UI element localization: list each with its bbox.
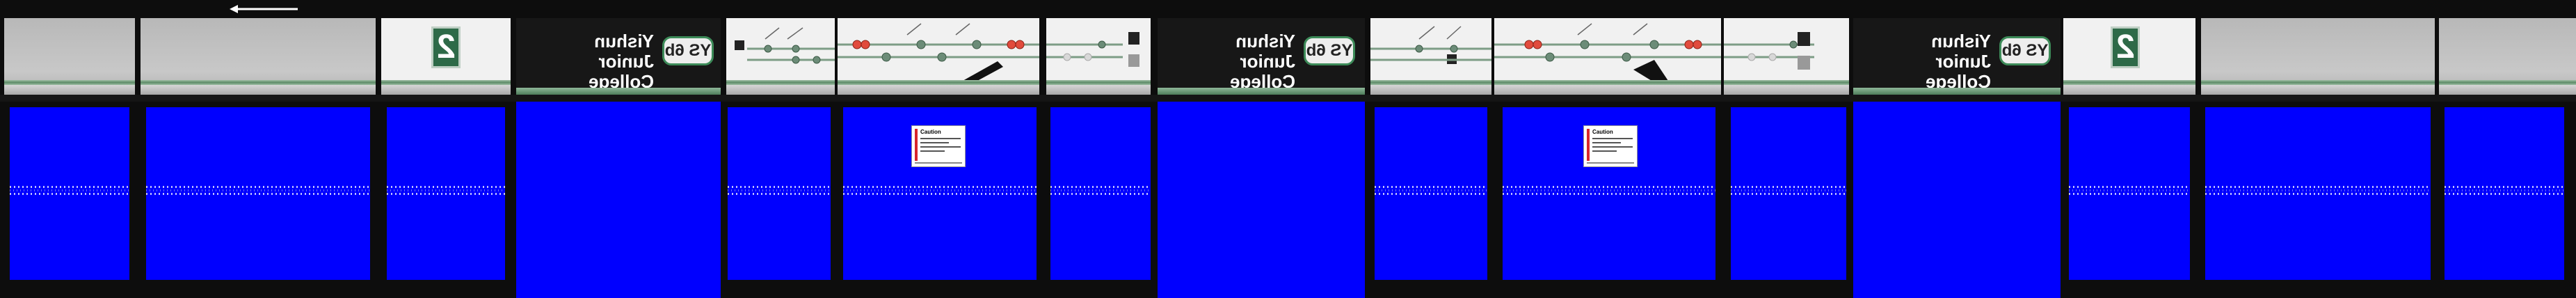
route-map-panel bbox=[838, 18, 1039, 95]
door-pane bbox=[146, 107, 370, 280]
door-pane bbox=[728, 107, 831, 280]
door-pane bbox=[1375, 107, 1487, 280]
header-panel bbox=[4, 18, 135, 95]
door-pane bbox=[2069, 107, 2190, 280]
platform-number-panel: 2 bbox=[381, 18, 511, 95]
platform-number-sign: 2 bbox=[431, 26, 461, 68]
header-panel bbox=[2439, 18, 2576, 95]
station-code-badge: YS 6b bbox=[1999, 36, 2051, 65]
station-code-badge: YS 6b bbox=[1304, 36, 1355, 65]
caution-sign: Caution bbox=[911, 125, 966, 167]
station-name-panel: YS 6b Yishun Junior College bbox=[516, 18, 721, 95]
station-name-panel: YS 6b Yishun Junior College bbox=[1853, 18, 2061, 95]
station-code-badge: YS 6b bbox=[662, 36, 714, 65]
caution-sign: Caution bbox=[1583, 125, 1638, 167]
station-name-panel: YS 6b Yishun Junior College bbox=[1158, 18, 1365, 95]
route-map-panel bbox=[726, 18, 835, 95]
arrow-left-icon bbox=[230, 5, 298, 13]
door-pane bbox=[1853, 102, 2061, 298]
door-pane bbox=[1050, 107, 1151, 280]
station-name: Yishun Junior College bbox=[589, 31, 654, 92]
door-pane bbox=[2445, 107, 2564, 280]
route-map-panel bbox=[1724, 18, 1849, 95]
divider bbox=[0, 95, 2576, 102]
door-pane bbox=[516, 102, 721, 298]
route-map-panel bbox=[1046, 18, 1151, 95]
platform-number-panel: 2 bbox=[2063, 18, 2195, 95]
platform-number-sign: 2 bbox=[2111, 26, 2140, 68]
station-name: Yishun Junior College bbox=[1926, 31, 1991, 92]
door-pane bbox=[1158, 102, 1365, 298]
door-pane bbox=[2205, 107, 2431, 280]
header-panel bbox=[2201, 18, 2435, 95]
door-pane bbox=[387, 107, 505, 280]
top-strip bbox=[0, 0, 2576, 18]
door-pane bbox=[1731, 107, 1846, 280]
station-name: Yishun Junior College bbox=[1230, 31, 1295, 92]
route-map-panel bbox=[1494, 18, 1721, 95]
caution-title: Caution bbox=[920, 129, 941, 135]
caution-title: Caution bbox=[1592, 129, 1613, 135]
door-pane bbox=[10, 107, 129, 280]
route-map-panel bbox=[1370, 18, 1491, 95]
header-panel bbox=[141, 18, 376, 95]
